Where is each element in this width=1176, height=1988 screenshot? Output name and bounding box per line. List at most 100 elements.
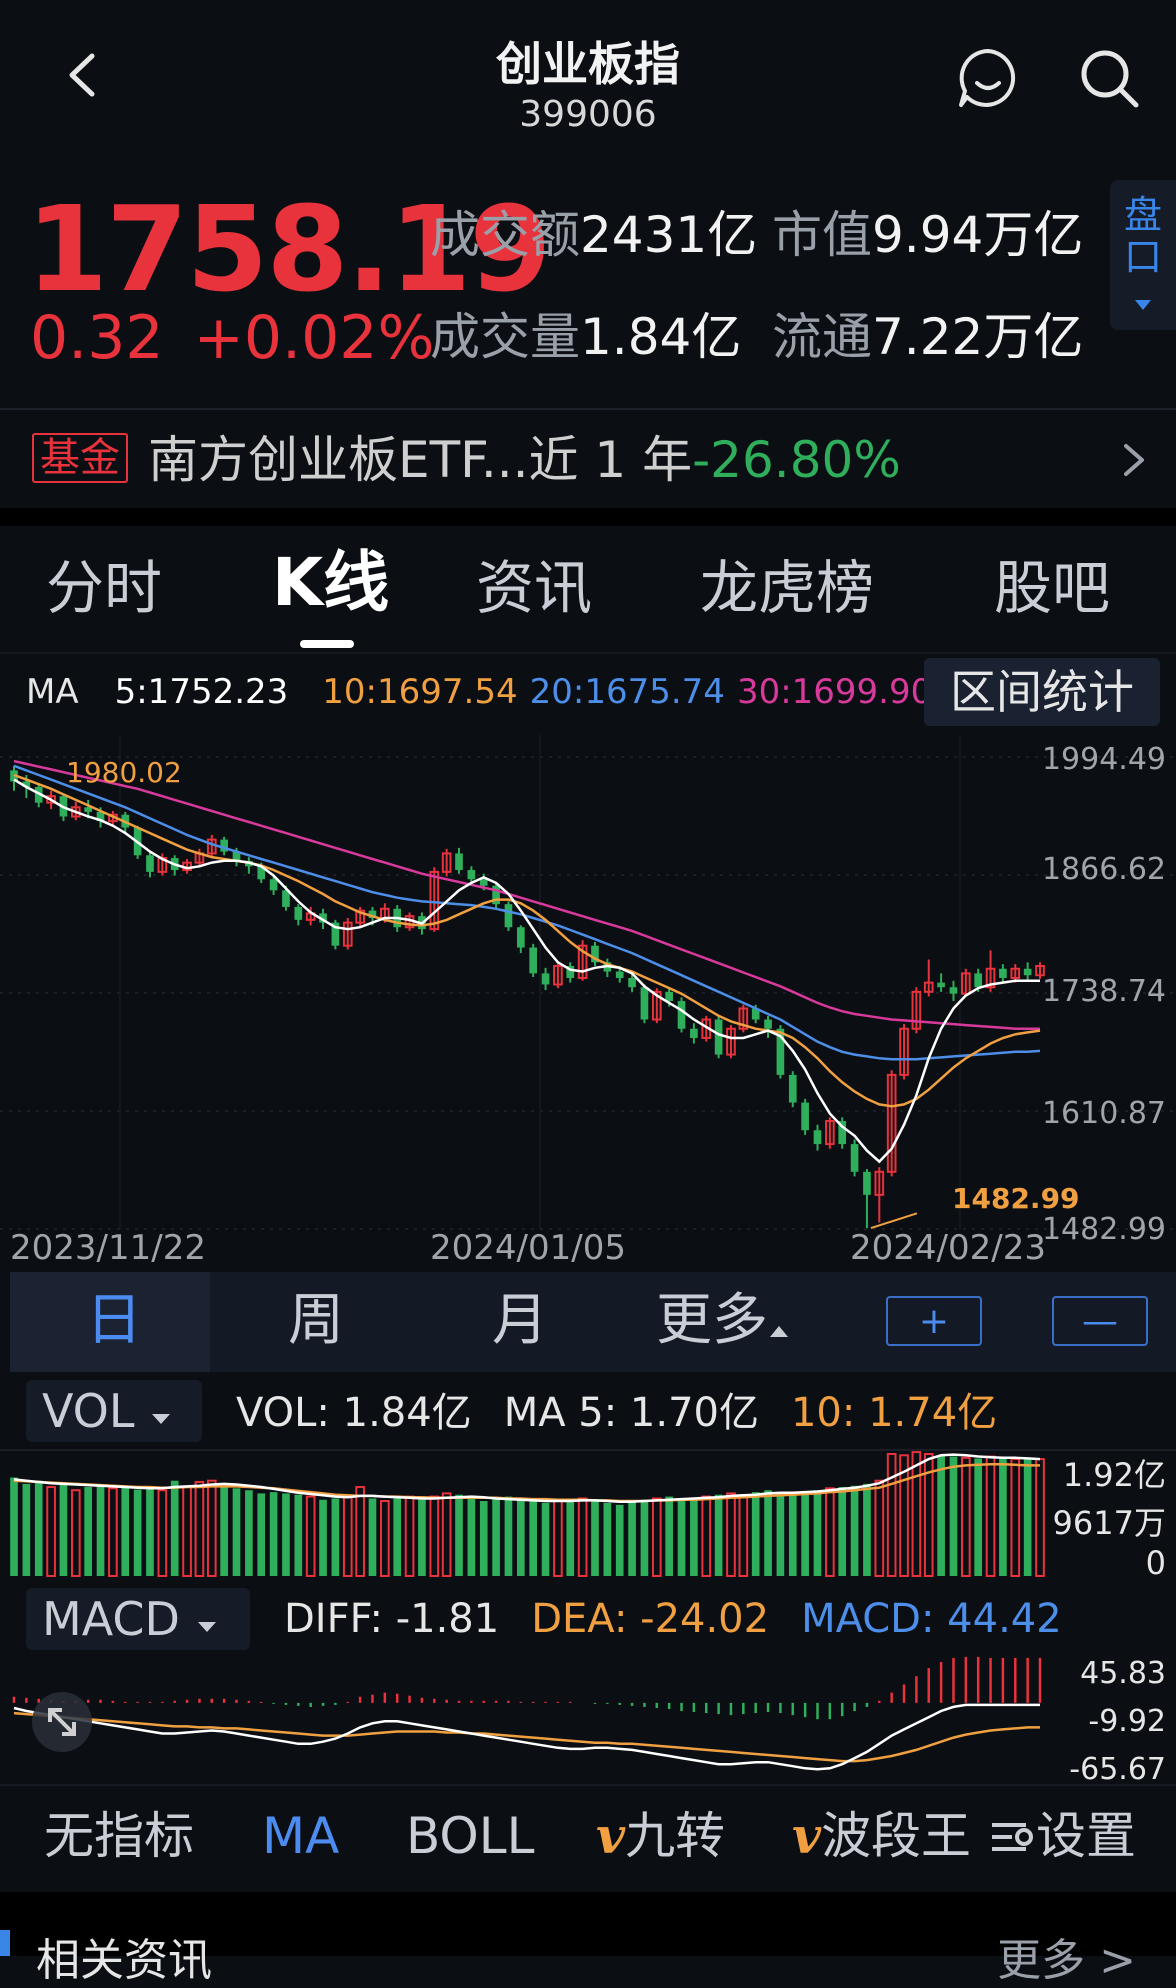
- period-day[interactable]: 日: [86, 1288, 142, 1354]
- volume-bar: [404, 1495, 415, 1578]
- fund-pct: -26.80%: [692, 431, 901, 489]
- indicator-jiuzhuan[interactable]: v九转: [596, 1806, 725, 1866]
- volume-bar: [863, 1483, 871, 1576]
- dea-line: [13, 1711, 1040, 1763]
- settings-button[interactable]: 设置: [990, 1806, 1136, 1866]
- tab-kline[interactable]: K线: [272, 550, 389, 616]
- period-month[interactable]: 月: [492, 1288, 548, 1354]
- vol-selector-label: VOL: [42, 1384, 135, 1438]
- volume-bar: [690, 1498, 698, 1576]
- price-change: 0.32 +0.02%: [30, 308, 464, 368]
- indicator-boduanwang-label: 波段王: [821, 1807, 972, 1865]
- volume-bar: [108, 1487, 118, 1577]
- volume-bar: [615, 1504, 624, 1576]
- volume-bar: [269, 1492, 278, 1576]
- volume-bar: [305, 1495, 316, 1578]
- macd-diff: DIFF: -1.81: [284, 1596, 500, 1642]
- volume-bar: [801, 1492, 809, 1576]
- expand-icon[interactable]: [30, 1690, 94, 1754]
- pankou-label: 盘口: [1123, 193, 1162, 279]
- float-label: 流通: [772, 308, 872, 366]
- volume-bar: [949, 1456, 958, 1576]
- indicator-boduanwang[interactable]: v波段王: [792, 1806, 971, 1866]
- ma30-line: [13, 759, 1040, 1030]
- volume-bar: [985, 1455, 996, 1578]
- volume-bar: [467, 1498, 476, 1576]
- chat-icon[interactable]: [955, 45, 1021, 111]
- period-week[interactable]: 周: [288, 1288, 344, 1354]
- tab-dragon-tiger[interactable]: 龙虎榜: [700, 555, 874, 621]
- tab-news[interactable]: 资讯: [476, 555, 592, 621]
- volume-bar: [825, 1487, 835, 1577]
- divider: [0, 652, 1176, 654]
- float-value: 7.22万亿: [872, 308, 1084, 366]
- volume-bar: [220, 1485, 228, 1576]
- candle-body: [467, 870, 476, 880]
- macd-chart[interactable]: [0, 1650, 1176, 1776]
- macd-y-tick: -65.67: [1069, 1752, 1166, 1787]
- ma-legend: MA 5:1752.23 10:1697.54 20:1675.74 30:1699.9…: [26, 672, 932, 712]
- vol-y-tick: 9617万: [1052, 1504, 1166, 1542]
- zoom-in-button[interactable]: +: [886, 1296, 982, 1346]
- period-more[interactable]: 更多: [656, 1288, 790, 1354]
- settings-icon: [992, 1823, 1033, 1851]
- tab-timeshare[interactable]: 分时: [46, 555, 162, 621]
- candle-body: [294, 906, 303, 920]
- candle-body: [615, 971, 624, 978]
- candle-body: [863, 1171, 871, 1195]
- caret-down-icon: [152, 1414, 171, 1424]
- volume-bar: [46, 1486, 56, 1578]
- candle-body: [813, 1130, 822, 1145]
- volume-bar: [146, 1488, 154, 1576]
- tab-forum[interactable]: 股吧: [994, 555, 1110, 621]
- y-tick: 1866.62: [1041, 852, 1166, 887]
- candle-body: [714, 1019, 723, 1055]
- volume-bar: [355, 1486, 365, 1578]
- candle-body: [949, 987, 958, 994]
- zoom-out-button[interactable]: —: [1052, 1296, 1148, 1346]
- turnover-label: 成交额: [430, 206, 580, 264]
- candle-body: [529, 947, 538, 974]
- fund-text: 南方创业板ETF...近 1 年: [148, 431, 693, 489]
- volume-bar: [960, 1456, 971, 1577]
- volume-bar: [319, 1499, 327, 1576]
- candle-body: [146, 855, 154, 872]
- mktcap-stat: 市值9.94万亿: [772, 210, 1083, 260]
- candle-body: [504, 904, 513, 928]
- volume-bar: [121, 1487, 130, 1576]
- volume-bar: [529, 1501, 538, 1576]
- chevron-right-icon[interactable]: [1118, 440, 1148, 480]
- fund-link[interactable]: 南方创业板ETF...近 1 年-26.80%: [148, 432, 901, 488]
- y-tick: 1738.74: [1041, 974, 1166, 1009]
- volume-bar: [738, 1495, 749, 1578]
- candle-body: [764, 1019, 772, 1029]
- macd-selector[interactable]: MACD: [26, 1588, 250, 1650]
- search-icon[interactable]: [1076, 45, 1142, 111]
- period-more-label: 更多: [656, 1288, 768, 1353]
- vol-ma5: MA 5: 1.70亿: [503, 1390, 759, 1436]
- volume-bar: [34, 1480, 43, 1576]
- volume-bar: [516, 1499, 525, 1576]
- vol-selector[interactable]: VOL: [26, 1380, 202, 1442]
- vol-y-tick: 0: [1145, 1544, 1166, 1582]
- volume-bar: [232, 1488, 241, 1576]
- candle-body: [640, 987, 649, 1020]
- float-stat: 流通7.22万亿: [772, 312, 1083, 362]
- volume-bar: [368, 1498, 377, 1576]
- volume-bar: [294, 1494, 303, 1576]
- volume-bar: [886, 1453, 897, 1577]
- fund-tag: 基金: [32, 433, 128, 483]
- related-news-title: 相关资讯: [36, 1935, 212, 1986]
- indicator-ma[interactable]: MA: [262, 1806, 339, 1866]
- volume-bar: [677, 1499, 686, 1576]
- more-link[interactable]: 更多 >: [997, 1924, 1136, 1988]
- volume-bar: [418, 1499, 426, 1576]
- macd-info: DIFF: -1.81 DEA: -24.02 MACD: 44.42: [284, 1596, 1062, 1642]
- volume-value: 1.84亿: [580, 308, 742, 366]
- pankou-button[interactable]: 盘口: [1110, 180, 1176, 330]
- indicator-none[interactable]: 无指标: [44, 1806, 194, 1866]
- volume-chart[interactable]: [0, 1442, 1176, 1580]
- volume-bar: [628, 1501, 636, 1576]
- range-stats-button[interactable]: 区间统计: [924, 658, 1160, 726]
- indicator-boll[interactable]: BOLL: [406, 1806, 535, 1866]
